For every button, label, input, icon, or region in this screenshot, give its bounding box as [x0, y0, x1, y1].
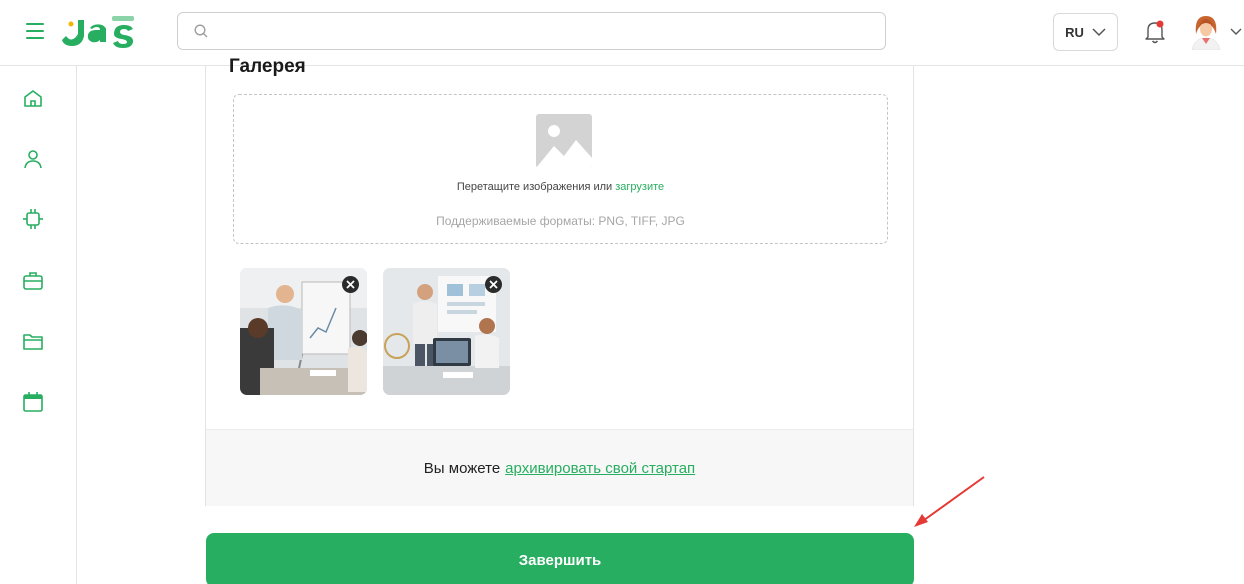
sidebar — [0, 66, 77, 584]
sidebar-item-calendar[interactable] — [19, 388, 47, 416]
menu-icon[interactable] — [26, 23, 44, 39]
briefcase-icon — [23, 272, 43, 290]
close-icon — [346, 280, 355, 289]
remove-image-button[interactable] — [342, 276, 359, 293]
archive-startup-bar: Вы можете архивировать свой стартап — [206, 429, 913, 506]
language-select[interactable]: RU — [1053, 13, 1118, 51]
archive-prefix: Вы можете — [423, 459, 501, 477]
user-icon — [24, 150, 42, 169]
close-icon — [489, 280, 498, 289]
image-placeholder-icon — [536, 114, 592, 168]
notification-dot — [1156, 20, 1164, 28]
search-icon — [194, 24, 208, 38]
finish-button[interactable]: Завершить — [206, 533, 914, 584]
calendar-icon — [23, 392, 43, 412]
dropzone-prompt: Перетащите изображения или загрузите — [234, 181, 887, 193]
sidebar-item-home[interactable] — [19, 84, 47, 112]
chip-icon — [23, 209, 43, 229]
upload-link[interactable]: загрузите — [615, 181, 664, 193]
jas-logo[interactable] — [62, 14, 140, 48]
folder-icon — [23, 334, 43, 350]
sidebar-item-portfolio[interactable] — [19, 267, 47, 295]
chevron-down-icon — [1092, 27, 1106, 36]
gallery-title: Галерея — [229, 56, 306, 77]
sidebar-item-documents[interactable] — [19, 327, 47, 355]
gallery-card: Галерея Перетащите изображения или загру… — [205, 56, 914, 506]
language-label: RU — [1065, 24, 1084, 40]
avatar[interactable] — [1186, 14, 1226, 50]
bell-icon[interactable] — [1143, 19, 1167, 45]
top-header: RU — [0, 0, 1244, 66]
search-box[interactable] — [177, 12, 886, 50]
gallery-thumbnail[interactable] — [383, 268, 510, 395]
annotation-arrow — [914, 476, 985, 527]
gallery-thumbnail[interactable] — [240, 268, 367, 395]
supported-formats: Поддерживаемые форматы: PNG, TIFF, JPG — [436, 214, 685, 228]
home-icon — [24, 90, 42, 107]
sidebar-item-profile[interactable] — [19, 145, 47, 173]
sidebar-item-startups[interactable] — [19, 205, 47, 233]
remove-image-button[interactable] — [485, 276, 502, 293]
archive-startup-link[interactable]: архивировать свой стартап — [505, 460, 695, 477]
search-input[interactable] — [218, 13, 878, 49]
chevron-down-icon[interactable] — [1230, 28, 1242, 36]
dropzone-prompt-text: Перетащите изображения или — [456, 181, 613, 193]
image-dropzone[interactable]: Перетащите изображения или загрузите Под… — [233, 94, 888, 244]
